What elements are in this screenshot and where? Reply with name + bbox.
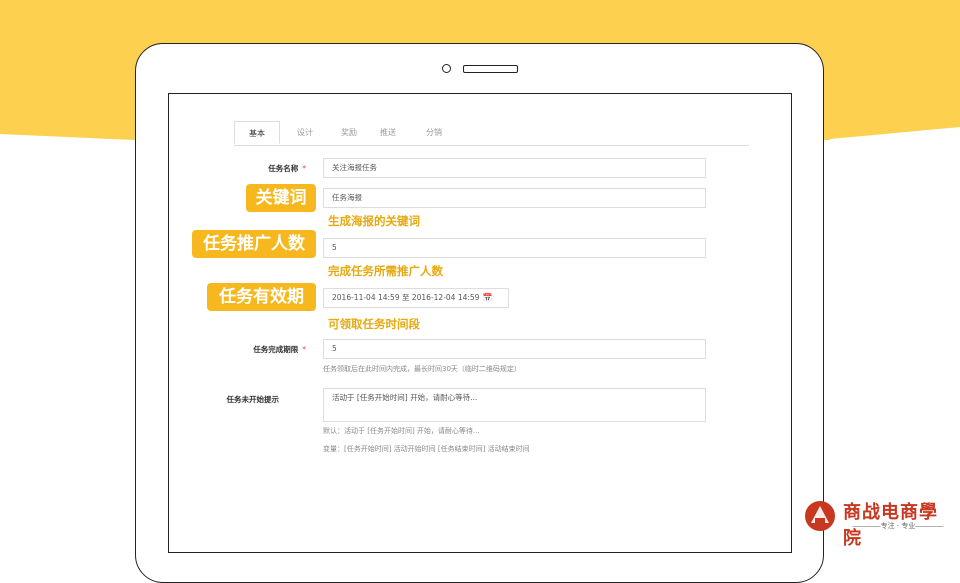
keyword-note: 生成海报的关键词 <box>328 214 420 228</box>
deadline-input[interactable]: 5 <box>323 339 706 359</box>
promote-badge: 任务推广人数 <box>192 230 316 258</box>
tab-push[interactable]: 推送 <box>367 121 409 145</box>
tab-basic[interactable]: 基本 <box>234 121 280 144</box>
tab-bar: 基本 设计 奖励 推送 分销 <box>234 121 749 146</box>
keyword-badge: 关键词 <box>246 184 316 212</box>
speaker-slot <box>463 65 518 73</box>
keyword-input[interactable]: 任务海报 <box>323 188 706 208</box>
deadline-hint: 任务领取后在此时间内完成，最长时间30天（临时二维码规定） <box>323 365 521 373</box>
validity-range-input[interactable]: 2016-11-04 14:59 至 2016-12-04 14:59 📅 <box>323 288 509 308</box>
tab-distribution[interactable]: 分销 <box>413 121 455 145</box>
screen: 基本 设计 奖励 推送 分销 任务名称 * 关注海报任务 任务海报 5 2016-… <box>168 93 792 553</box>
default-hint: 默认：活动于 [任务开始时间] 开始，请耐心等待... <box>323 427 480 435</box>
deadline-label: 任务完成期限 * <box>253 345 306 354</box>
calendar-icon[interactable]: 📅 <box>482 293 492 302</box>
not-started-textarea[interactable]: 活动于 [任务开始时间] 开始，请耐心等待... <box>323 388 706 422</box>
promote-count-input[interactable]: 5 <box>323 238 706 258</box>
tab-reward[interactable]: 奖励 <box>328 121 370 145</box>
required-mark: * <box>302 164 306 173</box>
logo-emblem-icon <box>805 501 835 531</box>
validity-note: 可领取任务时间段 <box>328 317 420 331</box>
brand-logo: 商战电商學院 ――――专注 · 专业―――― <box>803 496 953 549</box>
validity-range-value: 2016-11-04 14:59 至 2016-12-04 14:59 <box>332 293 480 302</box>
promote-note: 完成任务所需推广人数 <box>328 264 443 278</box>
logo-subtitle: ――――专注 · 专业―――― <box>852 522 944 530</box>
task-name-input[interactable]: 关注海报任务 <box>323 158 706 178</box>
required-mark: * <box>302 345 306 354</box>
not-started-label: 任务未开始提示 <box>226 395 280 404</box>
task-name-label: 任务名称 * <box>268 164 306 173</box>
camera-icon <box>442 64 451 73</box>
variables-hint: 变量：[任务开始时间] 活动开始时间 [任务结束时间] 活动结束时间 <box>323 445 530 453</box>
tab-design[interactable]: 设计 <box>284 121 326 145</box>
validity-badge: 任务有效期 <box>207 283 316 311</box>
